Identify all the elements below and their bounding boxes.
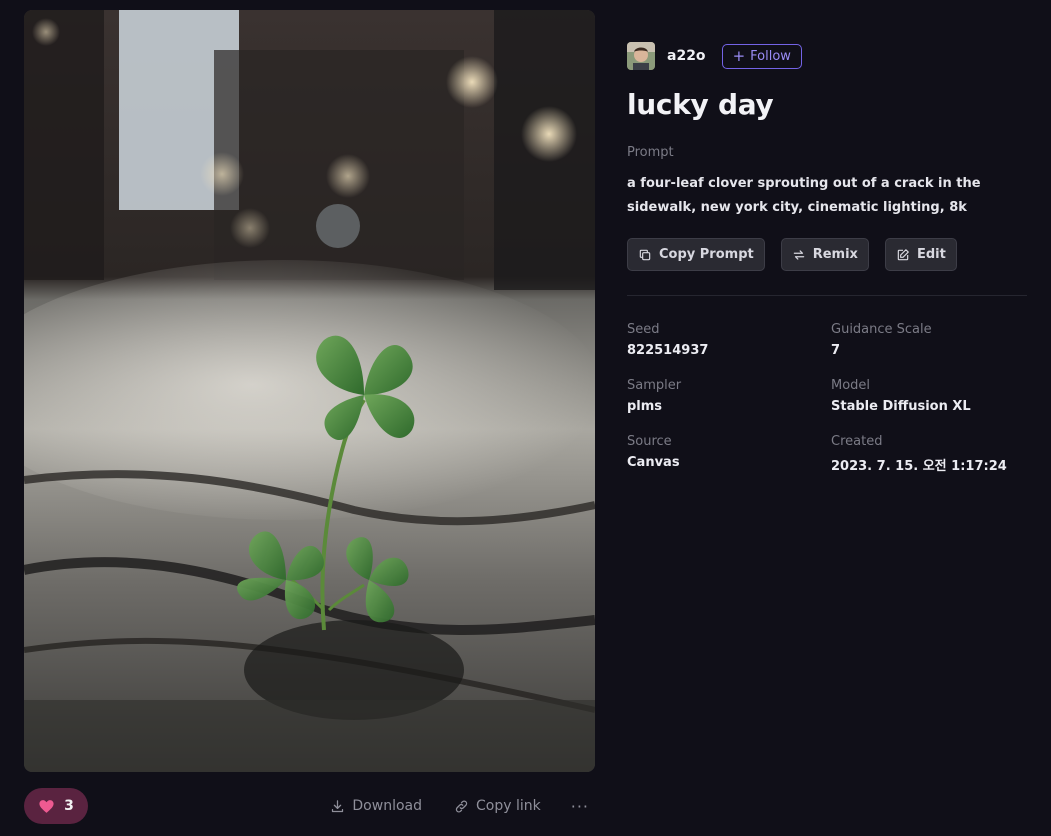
more-options-button[interactable]: ··· (571, 797, 589, 816)
download-icon (332, 799, 344, 812)
copy-prompt-button[interactable]: Copy Prompt (627, 238, 765, 271)
follow-button[interactable]: + Follow (721, 43, 802, 69)
meta-label: Sampler (627, 378, 682, 393)
generated-image[interactable] (24, 10, 595, 772)
model-value: Stable Diffusion XL (831, 399, 971, 414)
download-label: Download (352, 798, 422, 814)
guidance-scale-value: 7 (831, 343, 841, 358)
meta-source: Source Canvas (627, 434, 831, 474)
plus-icon: + (732, 46, 746, 65)
sampler-value: plms (627, 399, 663, 414)
generation-metadata: Seed 822514937 Guidance Scale 7 Sampler … (627, 322, 1027, 474)
clover-photo (24, 10, 595, 772)
meta-label: Seed (627, 322, 660, 337)
follow-label: Follow (750, 48, 791, 64)
prompt-actions: Copy Prompt Remix Edit (627, 238, 1027, 271)
link-icon (455, 799, 468, 813)
meta-sampler: Sampler plms (627, 378, 831, 414)
edit-icon (897, 248, 909, 260)
author-row: a22o + Follow (627, 42, 1027, 70)
copy-link-button[interactable]: Copy link (454, 798, 541, 814)
page-title: lucky day (627, 88, 774, 121)
like-count: 3 (64, 798, 74, 814)
meta-guidance-scale: Guidance Scale 7 (831, 322, 1027, 358)
image-action-bar: 3 Download Copy link ··· (24, 788, 595, 824)
meta-seed: Seed 822514937 (627, 322, 831, 358)
remix-label: Remix (812, 247, 858, 262)
remix-icon (793, 249, 804, 260)
meta-label: Model (831, 378, 871, 393)
remix-button[interactable]: Remix (780, 238, 869, 271)
like-button[interactable]: 3 (24, 788, 88, 824)
meta-label: Created (831, 434, 883, 449)
avatar-image (627, 42, 655, 70)
meta-label: Guidance Scale (831, 322, 932, 337)
download-button[interactable]: Download (330, 798, 422, 814)
avatar[interactable] (627, 42, 655, 70)
meta-created: Created 2023. 7. 15. 오전 1:17:24 (831, 434, 1027, 474)
author-username[interactable]: a22o (667, 48, 706, 64)
seed-value: 822514937 (627, 343, 709, 358)
copy-link-label: Copy link (476, 798, 541, 814)
created-value: 2023. 7. 15. 오전 1:17:24 (831, 459, 1007, 474)
copy-icon (639, 249, 651, 260)
meta-label: Source (627, 434, 672, 449)
edit-label: Edit (916, 247, 946, 262)
meta-model: Model Stable Diffusion XL (831, 378, 1027, 414)
image-details-panel: a22o + Follow lucky day Prompt a four-le… (627, 42, 1027, 474)
edit-button[interactable]: Edit (884, 238, 957, 271)
copy-prompt-label: Copy Prompt (659, 247, 754, 262)
prompt-text: a four-leaf clover sprouting out of a cr… (627, 176, 981, 215)
prompt-label: Prompt (627, 145, 674, 160)
heart-icon (39, 799, 54, 813)
source-value: Canvas (627, 455, 680, 470)
divider (627, 295, 1027, 296)
